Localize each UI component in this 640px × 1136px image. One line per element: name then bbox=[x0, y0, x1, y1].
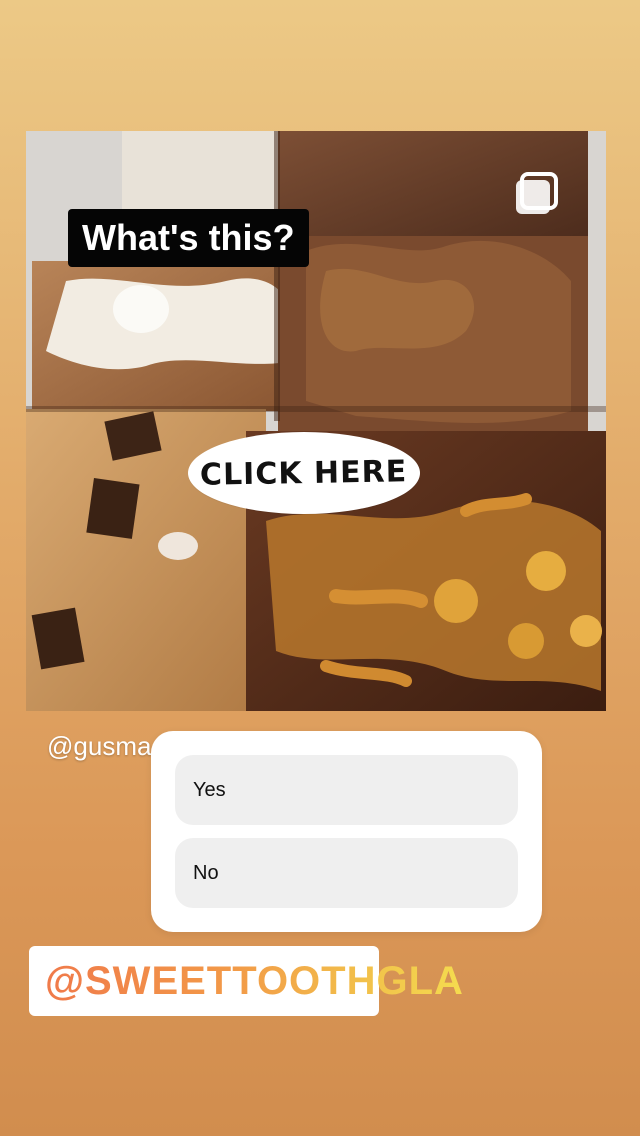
poll-option-no[interactable]: No bbox=[175, 838, 518, 908]
multiple-posts-icon bbox=[514, 172, 560, 218]
poll-option-yes[interactable]: Yes bbox=[175, 755, 518, 825]
photo-author-mention[interactable]: @gusma bbox=[47, 731, 151, 762]
mention-sticker-label: @SWEETTOOTHGLA bbox=[45, 958, 464, 1003]
title-sticker: What's this? bbox=[68, 209, 309, 267]
click-here-label: CLICK HERE bbox=[200, 453, 408, 493]
click-here-sticker[interactable]: CLICK HERE bbox=[188, 432, 420, 514]
mention-sticker[interactable]: @SWEETTOOTHGLA bbox=[29, 946, 463, 1016]
poll-sticker: Yes No bbox=[151, 731, 542, 932]
